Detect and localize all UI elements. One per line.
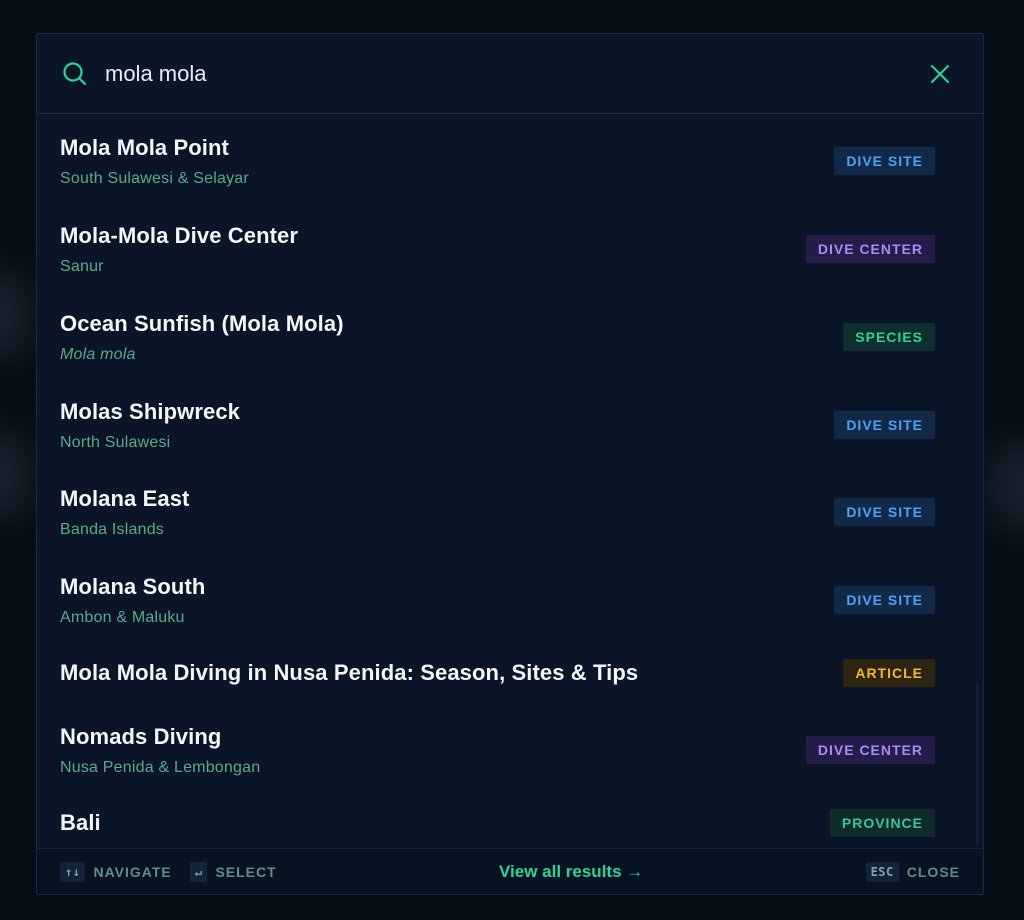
type-badge: DIVE SITE	[834, 147, 935, 175]
result-item[interactable]: Nomads Diving Nusa Penida & Lembongan DI…	[37, 721, 969, 779]
navigate-hint: ↑↓ NAVIGATE	[60, 861, 172, 882]
type-badge: DIVE SITE	[834, 411, 935, 439]
result-subtitle: Sanur	[60, 257, 104, 275]
close-label: CLOSE	[906, 863, 960, 880]
result-subtitle: Mola mola	[60, 345, 136, 363]
type-badge: ARTICLE	[843, 659, 935, 687]
result-item[interactable]: Molana South Ambon & Maluku DIVE SITE	[37, 571, 969, 629]
result-item[interactable]: Bali PROVINCE	[37, 808, 969, 838]
type-badge: DIVE CENTER	[805, 736, 935, 764]
select-label: SELECT	[215, 863, 277, 880]
results-scrollbar[interactable]	[976, 684, 979, 844]
result-subtitle: North Sulawesi	[60, 433, 171, 451]
result-item[interactable]: Molana East Banda Islands DIVE SITE	[37, 483, 969, 541]
result-text: Mola Mola Point South Sulawesi & Selayar	[60, 135, 834, 188]
select-key: ↵	[189, 861, 208, 882]
backdrop-shape-right	[990, 440, 1024, 530]
results-list: Mola Mola Point South Sulawesi & Selayar…	[37, 114, 983, 849]
esc-key: ESC	[865, 861, 899, 882]
search-icon	[61, 60, 89, 88]
close-icon	[931, 64, 949, 83]
result-item[interactable]: Mola Mola Diving in Nusa Penida: Season,…	[37, 658, 969, 688]
result-item[interactable]: Molas Shipwreck North Sulawesi DIVE SITE	[37, 396, 969, 454]
result-subtitle: Nusa Penida & Lembongan	[60, 758, 261, 776]
result-title: Molana East	[60, 485, 190, 511]
navigate-key: ↑↓	[60, 861, 86, 882]
result-text: Molana East Banda Islands	[60, 486, 834, 539]
result-title: Bali	[60, 810, 101, 835]
select-hint: ↵ SELECT	[189, 861, 277, 882]
result-title: Ocean Sunfish (Mola Mola)	[60, 310, 344, 336]
result-title: Mola-Mola Dive Center	[60, 222, 299, 248]
result-text: Molas Shipwreck North Sulawesi	[60, 399, 834, 452]
close-button[interactable]	[923, 57, 957, 91]
result-text: Nomads Diving Nusa Penida & Lembongan	[60, 724, 806, 777]
result-text: Mola-Mola Dive Center Sanur	[60, 223, 806, 276]
type-badge: PROVINCE	[829, 809, 935, 837]
result-text: Bali	[60, 810, 830, 836]
result-title: Mola Mola Point	[60, 134, 229, 160]
result-text: Molana South Ambon & Maluku	[60, 574, 834, 627]
result-title: Molana South	[60, 573, 206, 599]
result-text: Ocean Sunfish (Mola Mola) Mola mola	[60, 311, 843, 364]
search-input[interactable]	[105, 60, 923, 87]
view-all-results-link[interactable]: View all results →	[499, 862, 643, 882]
result-item[interactable]: Mola Mola Point South Sulawesi & Selayar…	[37, 132, 969, 190]
result-text: Mola Mola Diving in Nusa Penida: Season,…	[60, 660, 843, 686]
search-modal: Mola Mola Point South Sulawesi & Selayar…	[36, 33, 984, 895]
result-subtitle: South Sulawesi & Selayar	[60, 169, 249, 187]
backdrop-shape-left-lower	[0, 430, 30, 520]
result-item[interactable]: Ocean Sunfish (Mola Mola) Mola mola SPEC…	[37, 308, 969, 366]
navigate-label: NAVIGATE	[93, 863, 172, 880]
search-bar	[37, 34, 983, 114]
result-title: Molas Shipwreck	[60, 398, 241, 424]
footer: ↑↓ NAVIGATE ↵ SELECT View all results → …	[37, 848, 983, 894]
result-item[interactable]: Mola-Mola Dive Center Sanur DIVE CENTER	[37, 220, 969, 278]
result-subtitle: Ambon & Maluku	[60, 608, 185, 626]
type-badge: DIVE SITE	[834, 586, 935, 614]
result-title: Nomads Diving	[60, 723, 222, 749]
type-badge: SPECIES	[843, 323, 935, 351]
backdrop-shape-left	[0, 270, 30, 360]
type-badge: DIVE CENTER	[805, 235, 935, 263]
type-badge: DIVE SITE	[834, 498, 935, 526]
result-title: Mola Mola Diving in Nusa Penida: Season,…	[60, 660, 639, 685]
close-hint: ESC CLOSE	[865, 861, 960, 882]
result-subtitle: Banda Islands	[60, 520, 165, 538]
